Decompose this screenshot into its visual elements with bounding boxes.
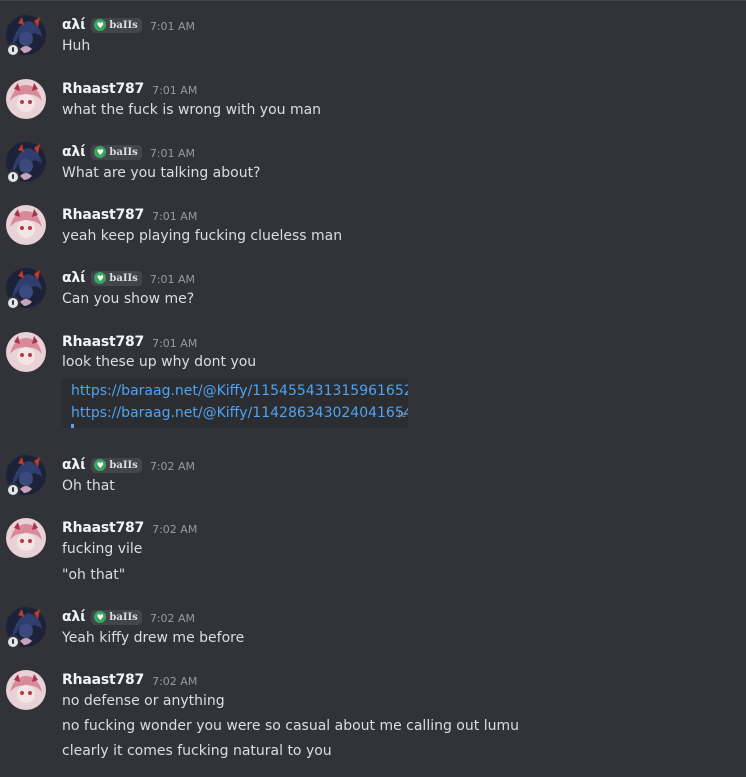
avatar[interactable] (6, 670, 46, 710)
heart-icon: ♥ (94, 611, 107, 623)
message-text: no defense or anything (62, 693, 225, 709)
message-text: Yeah kiffy drew me before (62, 630, 245, 646)
server-tag[interactable]: ♥ baIIs (91, 457, 142, 473)
link[interactable]: https://baraag.net/@Kiffy/11545543131596… (71, 380, 408, 402)
pink-character-avatar-icon (6, 670, 46, 710)
message-text: look these up why dont you (62, 354, 257, 370)
timestamp[interactable]: 7:01 AM (150, 147, 195, 160)
username[interactable]: Rhaast787 (62, 334, 144, 350)
avatar[interactable] (6, 455, 46, 497)
server-tag[interactable]: ♥ baIIs (91, 17, 142, 33)
heart-icon: ♥ (94, 272, 107, 284)
message-text: yeah keep playing fucking clueless man (62, 228, 343, 244)
idle-status-icon (6, 296, 20, 310)
timestamp[interactable]: 7:01 AM (152, 84, 197, 97)
timestamp[interactable]: 7:01 AM (150, 20, 195, 33)
username[interactable]: Rhaast787 (62, 520, 144, 536)
message-header: Rhaast787 7:01 AM (62, 205, 197, 225)
server-tag-label: baIIs (109, 611, 138, 623)
message-header: Rhaast787 7:01 AM (62, 332, 197, 352)
truncated-link-fragment (71, 424, 74, 428)
avatar[interactable] (6, 79, 46, 119)
message-text: Huh (62, 38, 91, 54)
idle-status-icon (6, 43, 20, 57)
pink-character-avatar-icon (6, 79, 46, 119)
username[interactable]: αλί (62, 144, 86, 160)
message-header: αλί ♥ baIIs 7:02 AM (62, 455, 195, 475)
message-text: no fucking wonder you were so casual abo… (62, 718, 519, 734)
username[interactable]: Rhaast787 (62, 81, 144, 97)
chat-messages: αλί ♥ baIIs 7:01 AM Huh Rhaast787 7:01 AM… (0, 0, 746, 777)
server-tag-label: baIIs (109, 146, 138, 158)
heart-icon: ♥ (94, 146, 107, 158)
timestamp[interactable]: 7:02 AM (150, 460, 195, 473)
timestamp[interactable]: 7:01 AM (152, 210, 197, 223)
timestamp[interactable]: 7:02 AM (150, 612, 195, 625)
server-tag-label: baIIs (109, 19, 138, 31)
server-tag[interactable]: ♥ baIIs (91, 609, 142, 625)
pink-character-avatar-icon (6, 518, 46, 558)
idle-status-icon (6, 170, 20, 184)
pink-character-avatar-icon (6, 332, 46, 372)
timestamp[interactable]: 7:01 AM (150, 273, 195, 286)
avatar[interactable] (6, 518, 46, 558)
avatar[interactable] (6, 205, 46, 245)
avatar[interactable] (6, 142, 46, 184)
message-text: Oh that (62, 478, 115, 494)
message-header: αλί ♥ baIIs 7:01 AM (62, 15, 195, 35)
message-text: Can you show me? (62, 291, 195, 307)
message-text: "oh that" (62, 567, 126, 583)
server-tag[interactable]: ♥ baIIs (91, 144, 142, 160)
username[interactable]: αλί (62, 17, 86, 33)
link-suffix: (e (398, 410, 407, 419)
idle-status-icon (6, 483, 20, 497)
message-header: αλί ♥ baIIs 7:01 AM (62, 142, 195, 162)
avatar[interactable] (6, 15, 46, 57)
username[interactable]: αλί (62, 270, 86, 286)
timestamp[interactable]: 7:02 AM (152, 675, 197, 688)
avatar[interactable] (6, 332, 46, 372)
server-tag[interactable]: ♥ baIIs (91, 270, 142, 286)
timestamp[interactable]: 7:02 AM (152, 523, 197, 536)
server-tag-label: baIIs (109, 272, 138, 284)
message-text: what the fuck is wrong with you man (62, 102, 322, 118)
message-text: fucking vile (62, 541, 143, 557)
message-text: What are you talking about? (62, 165, 261, 181)
avatar[interactable] (6, 268, 46, 310)
message-text: clearly it comes fucking natural to you (62, 743, 332, 759)
server-tag-label: baIIs (109, 459, 138, 471)
message-header: Rhaast787 7:02 AM (62, 518, 197, 538)
heart-icon: ♥ (94, 459, 107, 471)
message-header: Rhaast787 7:01 AM (62, 79, 197, 99)
avatar[interactable] (6, 607, 46, 649)
message-header: αλί ♥ baIIs 7:01 AM (62, 268, 195, 288)
link[interactable]: https://baraag.net/@Kiffy/11428634302404… (71, 402, 408, 424)
username[interactable]: αλί (62, 457, 86, 473)
message-header: Rhaast787 7:02 AM (62, 670, 197, 690)
username[interactable]: Rhaast787 (62, 207, 144, 223)
timestamp[interactable]: 7:01 AM (152, 337, 197, 350)
message-header: αλί ♥ baIIs 7:02 AM (62, 607, 195, 627)
links-embed: https://baraag.net/@Kiffy/11545543131596… (62, 378, 408, 428)
username[interactable]: αλί (62, 609, 86, 625)
idle-status-icon (6, 635, 20, 649)
username[interactable]: Rhaast787 (62, 672, 144, 688)
heart-icon: ♥ (94, 19, 107, 31)
pink-character-avatar-icon (6, 205, 46, 245)
